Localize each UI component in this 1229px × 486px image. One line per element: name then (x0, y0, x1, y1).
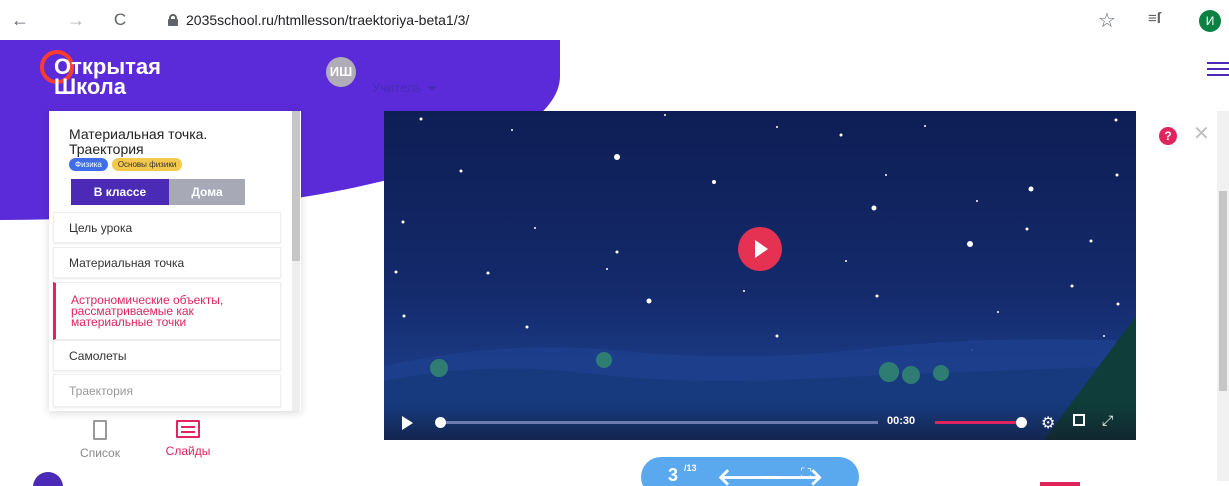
help-question-icon[interactable]: ? (1159, 127, 1177, 145)
reload-icon[interactable]: C (110, 10, 130, 30)
lesson-title: Материальная точка. Траектория (69, 126, 208, 157)
profile-avatar[interactable]: И (1199, 10, 1221, 32)
tag-physics-basics[interactable]: Основы физики (111, 158, 183, 171)
bookmark-star-icon[interactable]: ☆ (1098, 8, 1116, 33)
slides-view-option[interactable]: Слайды (158, 420, 218, 458)
volume-slider[interactable] (935, 421, 1021, 424)
expand-icon[interactable]: ⛶ (801, 465, 811, 482)
forward-arrow-icon[interactable]: → (66, 10, 86, 30)
lock-icon (168, 14, 178, 26)
site-logo[interactable]: Открытая Школа (40, 48, 210, 103)
next-slide-arrow-icon[interactable]: 🡒 (759, 462, 823, 486)
list-view-label: Список (80, 446, 120, 460)
list-view-option[interactable]: Список (70, 420, 130, 460)
volume-knob[interactable] (1015, 417, 1027, 428)
lesson-sidebar: Материальная точка. Траектория Физика Ос… (49, 111, 301, 411)
media-playlist-icon[interactable]: ≡ſ (1148, 10, 1161, 27)
role-dropdown[interactable]: Учитель (372, 80, 438, 95)
progress-bar[interactable] (436, 421, 878, 424)
slide-navigator: 3 /13 🡐 🡒 ⛶ (641, 457, 859, 486)
support-chat-button[interactable] (33, 472, 63, 486)
user-avatar[interactable]: ИШ (326, 57, 356, 87)
mode-tabs: В классе Дома (71, 179, 245, 205)
sidebar-scroll-thumb[interactable] (292, 111, 300, 261)
tag-physics[interactable]: Физика (69, 158, 108, 171)
url-text[interactable]: 2035school.ru/htmllesson/traektoriya-bet… (186, 12, 469, 28)
slides-view-label: Слайды (165, 444, 211, 458)
sidebar-item-material-point[interactable]: Материальная точка (53, 247, 281, 278)
video-controls: 00:30 ⚙ ⤢ (384, 405, 1136, 440)
hamburger-menu-icon[interactable] (1207, 62, 1229, 78)
browser-toolbar: ← → C 2035school.ru/htmllesson/traektori… (0, 0, 1229, 40)
progress-knob[interactable] (435, 417, 447, 428)
page-scroll-thumb[interactable] (1219, 191, 1227, 391)
notification-bar (1040, 482, 1080, 486)
sidebar-item-airplanes[interactable]: Самолеты (53, 340, 281, 371)
sidebar-item-trajectory[interactable]: Траектория (53, 374, 281, 407)
page-scrollbar[interactable] (1217, 111, 1229, 481)
slide-current-number: 3 (668, 465, 679, 485)
tag-list: Физика Основы физики (69, 158, 183, 171)
close-icon[interactable]: ✕ (1193, 124, 1210, 144)
slides-icon (176, 420, 200, 438)
view-switch: Список Слайды (70, 420, 250, 475)
time-display: 00:30 (887, 415, 916, 427)
fullscreen-icon[interactable]: ⤢ (1102, 412, 1113, 429)
settings-gear-icon[interactable]: ⚙ (1041, 413, 1055, 433)
control-play-icon[interactable] (402, 416, 413, 430)
sidebar-scrollbar[interactable] (292, 111, 300, 411)
list-document-icon (93, 420, 107, 440)
tab-in-class[interactable]: В классе (71, 179, 169, 205)
chevron-down-icon (427, 86, 438, 92)
popout-icon[interactable] (1073, 414, 1085, 426)
slide-total-count: /13 (684, 463, 697, 473)
back-arrow-icon[interactable]: ← (10, 10, 30, 30)
tab-at-home[interactable]: Дома (169, 179, 245, 205)
role-label: Учитель (372, 80, 422, 95)
video-player[interactable]: 00:30 ⚙ ⤢ (384, 111, 1136, 440)
sidebar-item-astronomical-objects[interactable]: Астрономические объекты, рассматриваемые… (53, 282, 281, 340)
sidebar-item-lesson-goal[interactable]: Цель урока (53, 212, 281, 243)
play-button[interactable] (738, 227, 782, 271)
page: ← → C 2035school.ru/htmllesson/traektori… (0, 0, 1229, 486)
logo-text-line2: Школа (54, 74, 126, 99)
night-sky-illustration (384, 114, 1136, 440)
address-bar[interactable]: 2035school.ru/htmllesson/traektoriya-bet… (168, 9, 469, 31)
